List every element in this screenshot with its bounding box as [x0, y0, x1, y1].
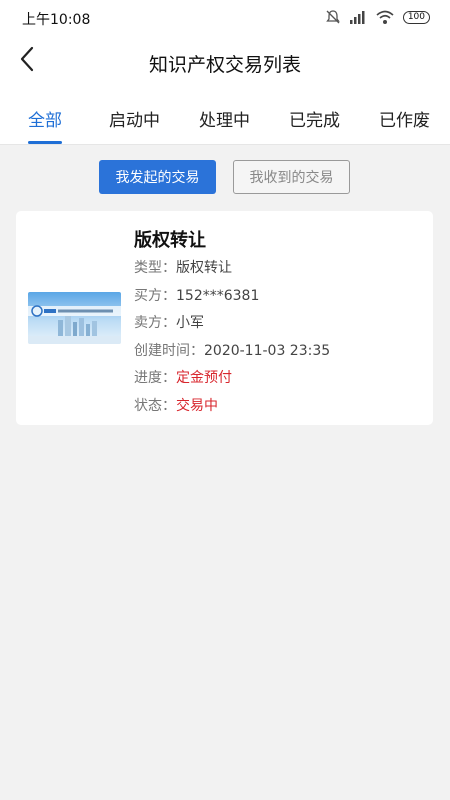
- trade-title: 版权转让: [134, 230, 206, 251]
- seller-value: 小军: [176, 315, 204, 331]
- created-label: 创建时间：: [134, 343, 204, 359]
- created-value: 2020-11-03 23:35: [204, 343, 331, 359]
- status-tabs: 全部 启动中 处理中 已完成 已作废: [0, 98, 450, 145]
- battery-indicator: 100: [402, 10, 430, 24]
- signal-icon: [349, 9, 367, 25]
- buyer-row: 买方：152***6381: [134, 285, 259, 305]
- tab-processing[interactable]: 处理中: [199, 106, 250, 131]
- seller-label: 卖方：: [134, 315, 176, 331]
- state-row: 状态：交易中: [134, 395, 218, 415]
- active-tab-indicator: [28, 141, 62, 144]
- progress-row: 进度：定金预付: [134, 367, 232, 387]
- progress-value: 定金预付: [176, 370, 232, 386]
- mute-icon: [325, 9, 341, 25]
- seller-row: 卖方：小军: [134, 312, 204, 332]
- header-area: 上午10:08 100 知识产权交易列表 全部 启动中 处理中 已完成 已作废: [0, 0, 450, 145]
- title-bar: 知识产权交易列表: [0, 36, 450, 90]
- tab-started[interactable]: 启动中: [109, 106, 160, 131]
- buyer-label: 买方：: [134, 288, 176, 304]
- status-time: 上午10:08: [22, 12, 91, 28]
- progress-label: 进度：: [134, 370, 176, 386]
- tab-completed[interactable]: 已完成: [289, 106, 340, 131]
- received-trades-button[interactable]: 我收到的交易: [233, 160, 350, 194]
- initiated-trades-button[interactable]: 我发起的交易: [99, 160, 216, 194]
- type-row: 类型：版权转让: [134, 257, 232, 277]
- tab-voided[interactable]: 已作废: [379, 106, 430, 131]
- tab-all[interactable]: 全部: [28, 106, 62, 131]
- status-icons: 100: [325, 9, 430, 25]
- state-label: 状态：: [134, 398, 176, 414]
- wifi-icon: [375, 9, 395, 25]
- type-label: 类型：: [134, 260, 176, 276]
- status-bar: 上午10:08 100: [0, 0, 450, 36]
- state-value: 交易中: [176, 398, 218, 414]
- buyer-value: 152***6381: [176, 288, 260, 304]
- page-title: 知识产权交易列表: [148, 54, 301, 76]
- created-row: 创建时间：2020-11-03 23:35: [134, 340, 330, 360]
- type-value: 版权转让: [176, 260, 232, 276]
- trade-thumbnail: [28, 292, 121, 344]
- trade-card[interactable]: 版权转让 类型：版权转让 买方：152***6381 卖方：小军 创建时间：20…: [16, 211, 433, 425]
